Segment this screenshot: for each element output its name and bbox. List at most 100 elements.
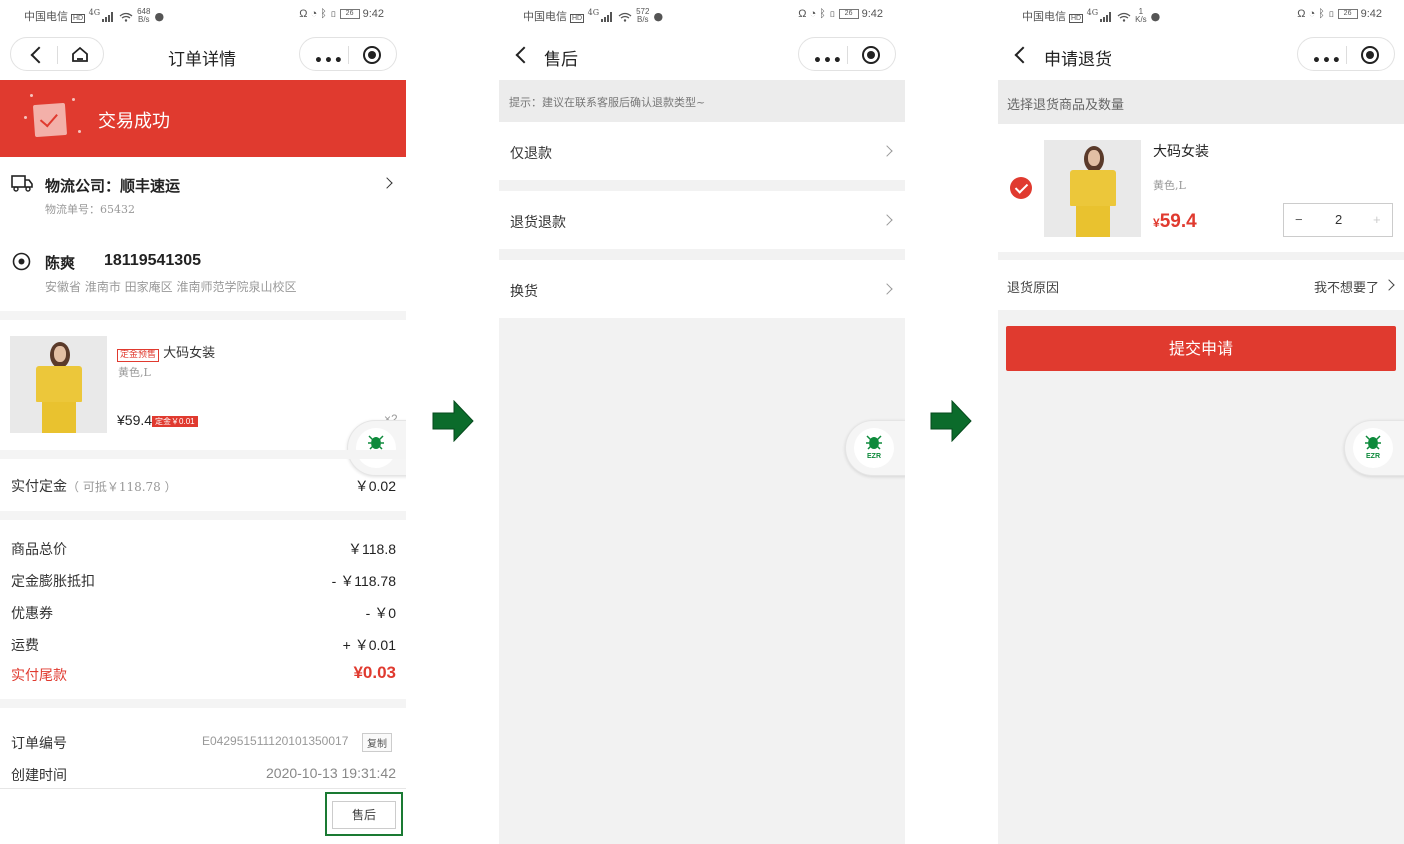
more-icon[interactable]: ••• [1312, 53, 1342, 69]
signal-icon [1100, 12, 1112, 22]
summary-row: 运费 + ￥0.01 [11, 635, 396, 655]
close-miniprogram-icon[interactable] [363, 46, 381, 64]
copy-button[interactable]: 复制 [362, 733, 392, 752]
carrier-name: 中国电信 [24, 10, 68, 23]
option-label: 退货退款 [510, 215, 566, 231]
increase-button[interactable]: + [1373, 212, 1381, 227]
status-banner: 交易成功 [0, 80, 406, 157]
page-title: 订单详情 [168, 50, 236, 70]
aftersale-screen: 中国电信 HD 4G 572 B/s ● Ω ◔ ᛒ ▯ 26 9:42 售后 ••• 提示… [499, 0, 905, 844]
deposit-note: （ 可抵￥118.78 ） [67, 480, 177, 494]
signal-icon [601, 12, 613, 22]
bluetooth-icon: ᛒ [1318, 8, 1325, 20]
selected-checkbox[interactable] [1010, 177, 1032, 199]
battery-icon: 26 [838, 9, 859, 20]
section-header: 选择退货商品及数量 [998, 80, 1404, 124]
price-symbol: ¥ [1153, 216, 1160, 230]
receiver-address: 安徽省 淮南市 田家庵区 淮南师范学院泉山校区 [45, 280, 297, 294]
final-payment-label: 实付尾款 [11, 668, 67, 684]
ezr-label: EZR [867, 453, 881, 460]
refund-tip: 提示：建议在联系客服后确认退款类型~ [499, 80, 905, 122]
chevron-right-icon [881, 283, 893, 295]
net-speed-unit: B/s [637, 15, 649, 24]
quantity-value[interactable]: 2 [1335, 212, 1342, 227]
quantity-stepper: − 2 + [1283, 203, 1393, 237]
page-title: 售后 [544, 50, 578, 70]
order-number-row: 订单编号 E042951511120101350017 复制 [11, 733, 396, 753]
headphone-icon: Ω [1297, 8, 1306, 20]
chevron-right-icon [381, 177, 393, 189]
summary-row: 定金膨胀抵扣 - ￥118.78 [11, 571, 396, 591]
deposit-badge: 定金￥0.01 [152, 415, 198, 427]
logistics-company: 物流公司：顺丰速运 [45, 177, 181, 195]
nav-capsule-right: ••• [1297, 37, 1395, 71]
ezr-logo-icon [368, 435, 384, 450]
back-icon[interactable] [1014, 46, 1032, 64]
ezr-float-button[interactable]: EZR [845, 420, 905, 476]
chevron-right-icon [881, 214, 893, 226]
summary-row: 商品总价 ￥118.8 [11, 539, 396, 559]
home-icon[interactable] [71, 46, 89, 63]
receiver-phone: 18119541305 [104, 252, 201, 269]
vibrate-icon: ▯ [329, 8, 337, 20]
option-label: 仅退款 [510, 146, 552, 162]
clock: 9:42 [861, 8, 883, 20]
more-icon[interactable]: ••• [813, 53, 843, 69]
battery-icon: 26 [339, 9, 360, 20]
deposit-value: ￥0.02 [354, 478, 396, 494]
wechat-icon: ● [1150, 10, 1161, 23]
headphone-icon: Ω [299, 8, 308, 20]
return-product-card: 大码女装 黄色,L ¥59.4 − 2 + [998, 124, 1404, 252]
net-speed-unit: K/s [1135, 15, 1147, 24]
network-type: 4G [587, 8, 600, 17]
address-block: 陈爽 18119541305 安徽省 淮南市 田家庵区 淮南师范学院泉山校区 [0, 240, 406, 310]
option-return-refund[interactable]: 退货退款 [499, 191, 905, 249]
more-icon[interactable]: ••• [314, 53, 344, 69]
hd-indicator: HD [1069, 14, 1084, 23]
presale-tag: 定金预售 [117, 349, 160, 362]
close-miniprogram-icon[interactable] [1361, 46, 1379, 64]
alarm-icon: ◔ [1308, 8, 1316, 20]
product-name: 大码女装 [1153, 144, 1209, 160]
flow-arrow-icon [930, 400, 972, 442]
bluetooth-icon: ᛒ [320, 8, 327, 20]
back-icon[interactable] [515, 46, 533, 64]
back-icon[interactable] [30, 46, 48, 64]
signal-icon [102, 12, 114, 22]
nav-capsule-left [10, 37, 104, 71]
hd-indicator: HD [570, 14, 585, 23]
created-time-row: 创建时间 2020-10-13 19:31:42 [11, 765, 396, 785]
wechat-icon: ● [653, 10, 664, 23]
ezr-float-button[interactable]: EZR [347, 420, 406, 476]
close-miniprogram-icon[interactable] [862, 46, 880, 64]
clock: 9:42 [362, 8, 384, 20]
ezr-float-button[interactable]: EZR [1344, 420, 1404, 476]
receiver-name: 陈爽 [45, 254, 76, 272]
summary-value: - ￥118.78 [331, 573, 396, 589]
chevron-right-icon [1383, 279, 1395, 291]
product-image [1044, 140, 1141, 237]
option-exchange[interactable]: 换货 [499, 260, 905, 318]
vibrate-icon: ▯ [828, 8, 836, 20]
nav-capsule-right: ••• [798, 37, 896, 71]
product-item[interactable]: 定金预售 大码女装 黄色,L ¥59.4 定金￥0.01 ×2 [0, 320, 406, 450]
wifi-icon [119, 12, 133, 22]
return-reason-row[interactable]: 退货原因 我不想要了 [998, 260, 1404, 310]
decrease-button[interactable]: − [1295, 212, 1303, 227]
submit-button[interactable]: 提交申请 [1006, 326, 1396, 371]
summary-label: 优惠券 [11, 606, 53, 622]
wechat-icon: ● [154, 10, 165, 23]
tracking-number: 物流单号：65432 [45, 203, 135, 216]
logistics-row[interactable]: 物流公司：顺丰速运 物流单号：65432 [0, 157, 406, 227]
product-spec: 黄色,L [1153, 179, 1186, 192]
status-bar: 中国电信 HD 4G 648 B/s ● Ω ◔ ᛒ ▯ 26 9:42 [0, 0, 406, 30]
summary-value: + ￥0.01 [342, 637, 396, 653]
headphone-icon: Ω [798, 8, 807, 20]
summary-value: ￥118.8 [348, 541, 396, 557]
apply-return-screen: 中国电信 HD 4G 1 K/s ● Ω ◔ ᛒ ▯ 26 9:42 申请退货 ••• 选择… [998, 0, 1404, 844]
chevron-right-icon [881, 145, 893, 157]
location-pin-icon [12, 252, 31, 271]
summary-label: 定金膨胀抵扣 [11, 574, 95, 590]
reason-value: 我不想要了 [1313, 281, 1379, 296]
option-refund-only[interactable]: 仅退款 [499, 122, 905, 180]
